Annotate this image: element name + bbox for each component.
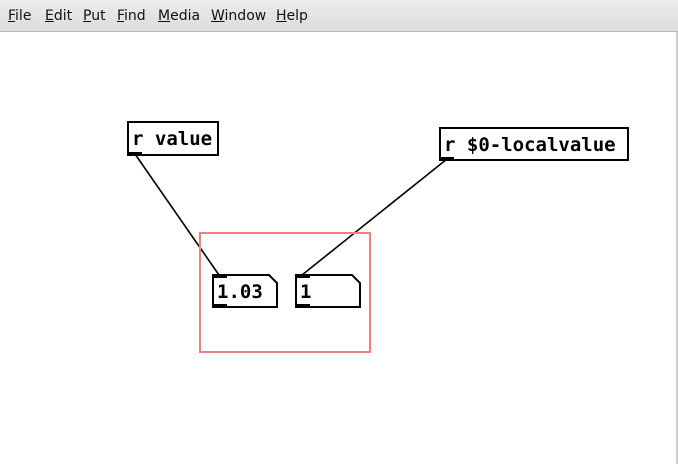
outlet[interactable] bbox=[439, 157, 454, 161]
menu-bar: File Edit Put Find Media Window Help bbox=[0, 0, 678, 32]
patch-canvas[interactable] bbox=[0, 32, 678, 464]
inlet[interactable] bbox=[295, 274, 310, 278]
menu-file-mnemonic: F bbox=[8, 8, 16, 24]
menu-edit-mnemonic: E bbox=[45, 8, 54, 24]
receive-object-localvalue[interactable]: r $0-localvalue bbox=[439, 127, 629, 161]
number-value: 1 bbox=[300, 281, 312, 303]
menu-edit-label: dit bbox=[53, 8, 73, 24]
menu-edit[interactable]: Edit bbox=[45, 7, 72, 25]
menu-find-label: ind bbox=[124, 8, 146, 24]
menu-media-mnemonic: M bbox=[158, 8, 171, 24]
menu-help-mnemonic: H bbox=[276, 8, 287, 24]
menu-file-label: ile bbox=[15, 8, 32, 24]
menu-window[interactable]: Window bbox=[211, 7, 266, 25]
number-box-1[interactable]: 1.03 bbox=[212, 274, 278, 308]
menu-help[interactable]: Help bbox=[276, 7, 308, 25]
menu-media[interactable]: Media bbox=[158, 7, 200, 25]
outlet[interactable] bbox=[212, 304, 227, 308]
object-text: r $0-localvalue bbox=[444, 134, 616, 156]
number-value: 1.03 bbox=[217, 281, 263, 303]
outlet[interactable] bbox=[295, 304, 310, 308]
object-text: r value bbox=[132, 128, 213, 150]
menu-window-label: indow bbox=[224, 8, 267, 24]
menu-find-mnemonic: F bbox=[117, 8, 125, 24]
pd-patch-window: File Edit Put Find Media Window Help r v… bbox=[0, 0, 678, 464]
menu-file[interactable]: File bbox=[8, 7, 31, 25]
menu-help-label: elp bbox=[286, 8, 308, 24]
number-box-2[interactable]: 1 bbox=[295, 274, 361, 308]
inlet[interactable] bbox=[212, 274, 227, 278]
menu-find[interactable]: Find bbox=[117, 7, 146, 25]
menu-put[interactable]: Put bbox=[83, 7, 106, 25]
receive-object-value[interactable]: r value bbox=[127, 121, 219, 156]
menu-put-mnemonic: P bbox=[83, 8, 92, 24]
menu-put-label: ut bbox=[91, 8, 106, 24]
outlet[interactable] bbox=[127, 152, 142, 156]
menu-window-mnemonic: W bbox=[211, 8, 225, 24]
menu-media-label: edia bbox=[170, 8, 201, 24]
